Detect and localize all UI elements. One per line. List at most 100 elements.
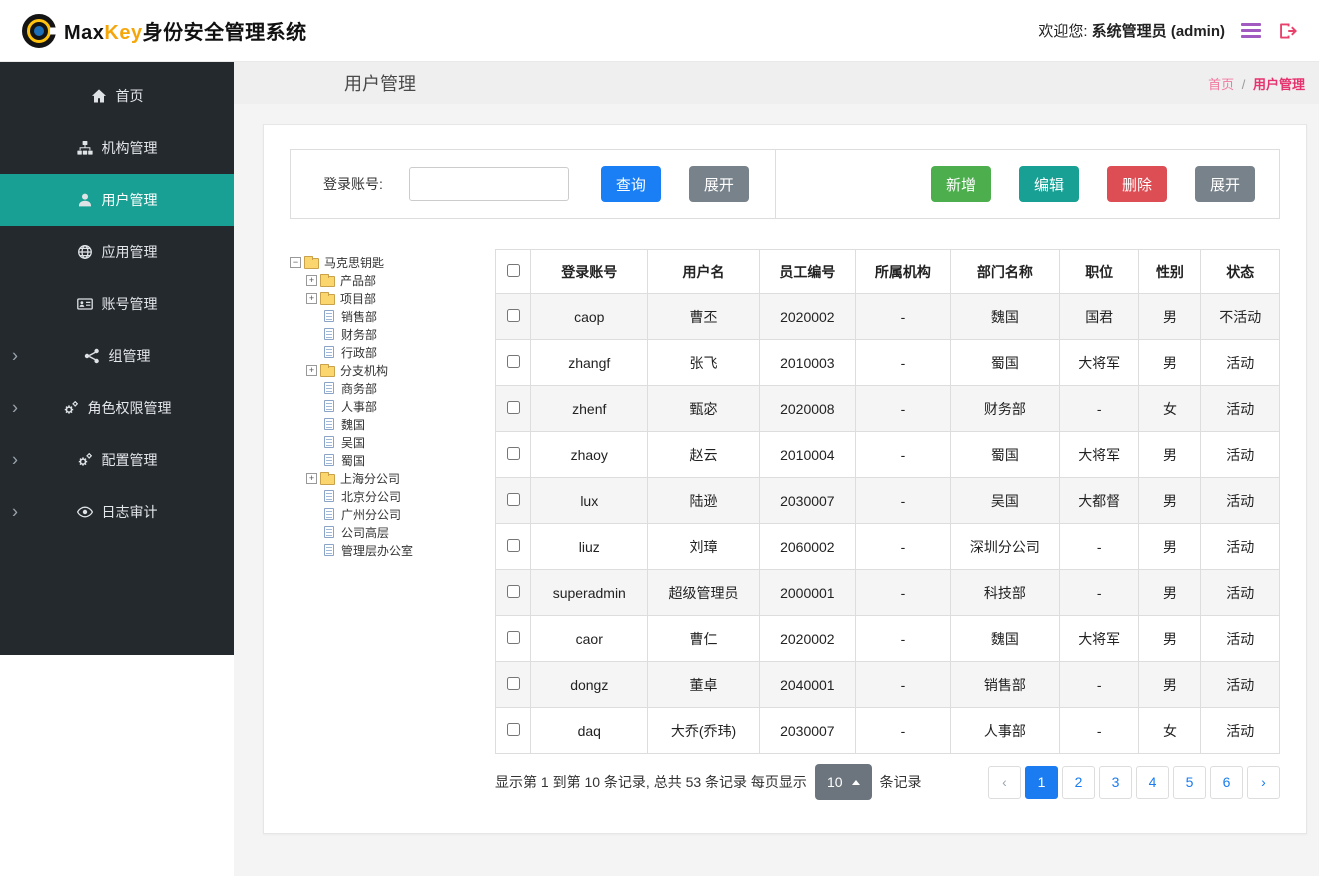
- tree-node[interactable]: 广州分公司: [290, 505, 480, 523]
- sidebar-item-user[interactable]: 用户管理: [0, 174, 234, 226]
- delete-button[interactable]: 删除: [1106, 166, 1167, 202]
- file-icon: [324, 544, 334, 556]
- user-management-card: 登录账号: 查询 展开 新增 编辑 删除 展开 − 马克思钥匙 + 产品部 + 项目部销售…: [263, 124, 1307, 834]
- tree-node[interactable]: 行政部: [290, 343, 480, 361]
- page-button-4[interactable]: 4: [1136, 765, 1169, 799]
- tree-node-label: 财务部: [341, 327, 378, 342]
- expand-icon[interactable]: +: [306, 364, 317, 376]
- page-button-2[interactable]: 2: [1062, 765, 1095, 799]
- tree-node-label: 上海分公司: [340, 471, 401, 486]
- add-button[interactable]: 新增: [930, 166, 991, 202]
- page-button-3[interactable]: 3: [1099, 765, 1132, 799]
- row-checkbox[interactable]: [506, 492, 520, 506]
- table-cell: 刘璋: [647, 523, 760, 570]
- expand-icon[interactable]: +: [306, 292, 317, 304]
- user-table: 登录账号 用户名 员工编号 所属机构 部门名称 职位 性别 状态 caop 曹丕 2020002- 魏…: [494, 249, 1280, 754]
- tree-node-label: 马克思钥匙: [324, 255, 385, 270]
- row-checkbox[interactable]: [506, 630, 520, 644]
- table-row: zhenf 甄宓 2020008- 财务部 - 女活动: [494, 385, 1280, 432]
- breadcrumb-home-link[interactable]: 首页: [1208, 77, 1234, 92]
- table-cell: -: [855, 615, 951, 662]
- page-title: 用户管理: [344, 74, 416, 94]
- collapse-icon[interactable]: −: [290, 256, 301, 268]
- tree-node[interactable]: 魏国: [290, 415, 480, 433]
- row-checkbox[interactable]: [506, 584, 520, 598]
- tree-node[interactable]: 财务部: [290, 325, 480, 343]
- query-button[interactable]: 查询: [600, 166, 661, 202]
- tree-node-label: 广州分公司: [341, 507, 402, 522]
- row-checkbox[interactable]: [506, 354, 520, 368]
- table-row: lux 陆逊 2030007- 吴国 大都督男活动: [494, 477, 1280, 524]
- row-checkbox-cell: [494, 523, 532, 570]
- table-row: daq 大乔(乔玮) 2030007- 人事部 - 女活动: [494, 707, 1280, 754]
- sidebar-item-home[interactable]: 首页: [0, 70, 234, 122]
- page-size-select[interactable]: 10: [814, 764, 872, 800]
- sidebar-item-account[interactable]: 账号管理: [0, 278, 234, 330]
- expand-icon[interactable]: +: [306, 274, 317, 286]
- sidebar-item-audit[interactable]: › 日志审计: [0, 486, 234, 538]
- logout-icon[interactable]: [1277, 21, 1297, 41]
- table-cell: 2040001: [758, 661, 857, 708]
- sidebar-item-role[interactable]: › 角色权限管理: [0, 382, 234, 434]
- tree-node[interactable]: + 上海分公司: [290, 469, 480, 487]
- tree-node-label: 北京分公司: [341, 489, 402, 504]
- next-page-button[interactable]: ›: [1247, 765, 1280, 799]
- tree-node-label: 管理层办公室: [341, 543, 414, 558]
- menu-toggle-icon[interactable]: [1241, 23, 1261, 38]
- sidebar-item-group[interactable]: › 组管理: [0, 330, 234, 382]
- table-cell: 活动: [1200, 523, 1280, 570]
- gears-icon: [77, 452, 93, 468]
- tree-node[interactable]: 公司高层: [290, 523, 480, 541]
- tree-node-label: 产品部: [340, 273, 377, 288]
- login-account-input[interactable]: [408, 167, 569, 201]
- select-all-cell: [494, 249, 532, 294]
- tree-node[interactable]: 人事部: [290, 397, 480, 415]
- edit-button[interactable]: 编辑: [1018, 166, 1079, 202]
- tree-node[interactable]: − 马克思钥匙: [290, 253, 480, 271]
- column-header: 员工编号: [758, 249, 857, 294]
- file-icon: [324, 526, 334, 538]
- row-checkbox[interactable]: [506, 446, 520, 460]
- table-cell: -: [855, 569, 951, 616]
- tree-node-label: 分支机构: [340, 363, 389, 378]
- prev-page-button[interactable]: ‹: [988, 765, 1021, 799]
- expand-search-button[interactable]: 展开: [688, 166, 749, 202]
- page-button-1[interactable]: 1: [1025, 765, 1058, 799]
- select-all-checkbox[interactable]: [506, 263, 520, 277]
- tree-node[interactable]: 吴国: [290, 433, 480, 451]
- row-checkbox[interactable]: [506, 538, 520, 552]
- tree-node[interactable]: 商务部: [290, 379, 480, 397]
- row-checkbox[interactable]: [506, 308, 520, 322]
- page-button-6[interactable]: 6: [1210, 765, 1243, 799]
- tree-node[interactable]: 蜀国: [290, 451, 480, 469]
- tree-node[interactable]: 北京分公司: [290, 487, 480, 505]
- globe-icon: [77, 244, 93, 260]
- table-cell: -: [855, 523, 951, 570]
- login-account-label: 登录账号:: [323, 176, 383, 192]
- row-checkbox[interactable]: [506, 722, 520, 736]
- tree-node[interactable]: + 产品部: [290, 271, 480, 289]
- tree-node[interactable]: 销售部: [290, 307, 480, 325]
- tree-node-label: 销售部: [341, 309, 378, 324]
- table-cell: 女: [1138, 385, 1202, 432]
- sidebar-item-config[interactable]: › 配置管理: [0, 434, 234, 486]
- table-cell: 甄宓: [647, 385, 760, 432]
- expand-actions-button[interactable]: 展开: [1194, 166, 1255, 202]
- table-cell: -: [1058, 523, 1140, 570]
- tree-node[interactable]: + 分支机构: [290, 361, 480, 379]
- tree-node[interactable]: + 项目部: [290, 289, 480, 307]
- row-checkbox[interactable]: [506, 400, 520, 414]
- sidebar-item-org[interactable]: 机构管理: [0, 122, 234, 174]
- expand-icon[interactable]: +: [306, 472, 317, 484]
- chevron-right-icon: ›: [12, 449, 18, 470]
- tree-node-label: 项目部: [340, 291, 377, 306]
- tree-node-label: 吴国: [341, 435, 366, 450]
- table-cell: lux: [530, 477, 649, 524]
- page-button-5[interactable]: 5: [1173, 765, 1206, 799]
- tree-node[interactable]: 管理层办公室: [290, 541, 480, 559]
- row-checkbox[interactable]: [506, 676, 520, 690]
- folder-icon: [304, 255, 319, 269]
- sidebar-item-app[interactable]: 应用管理: [0, 226, 234, 278]
- tree-node-label: 公司高层: [341, 525, 390, 540]
- table-cell: daq: [530, 707, 649, 754]
